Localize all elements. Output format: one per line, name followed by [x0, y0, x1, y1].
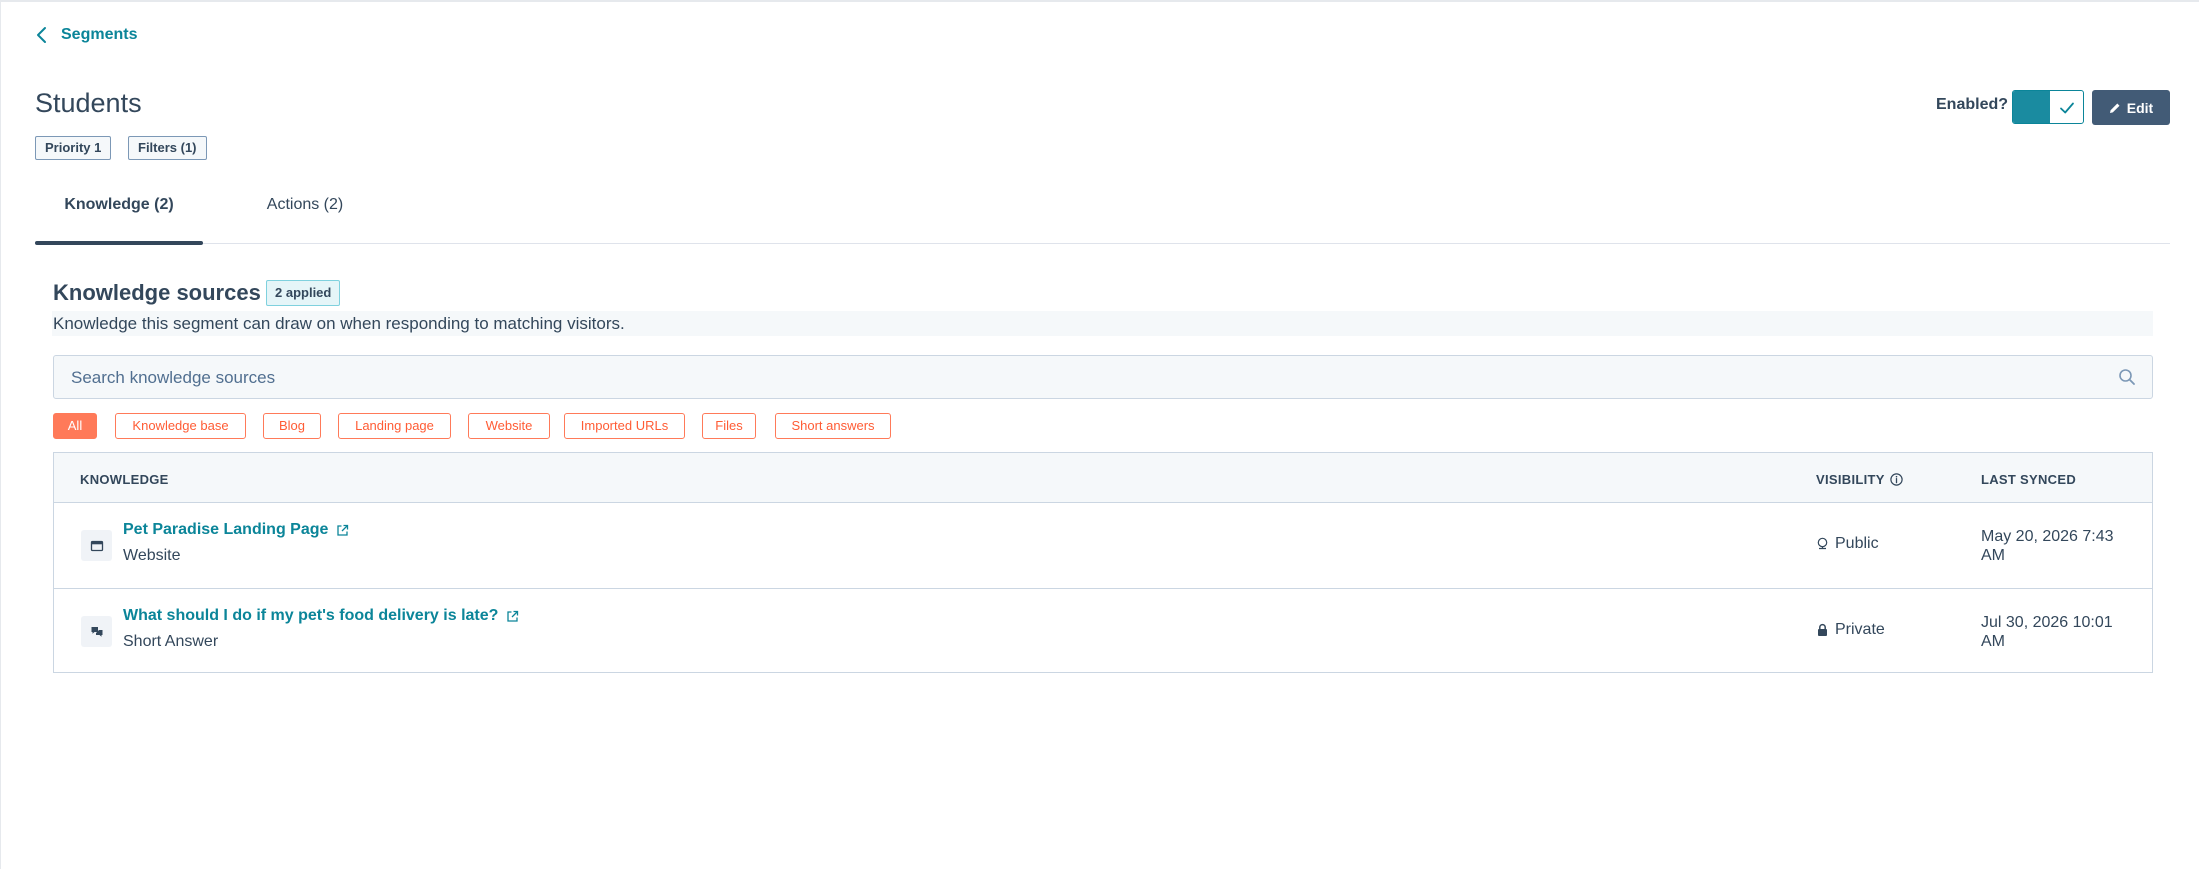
browser-window-icon	[81, 530, 112, 561]
tab-knowledge[interactable]: Knowledge (2)	[35, 196, 203, 245]
filter-chip-short-answers[interactable]: Short answers	[775, 413, 891, 439]
table-row: What should I do if my pet's food delive…	[54, 588, 2152, 674]
info-icon[interactable]	[1890, 473, 1903, 486]
filter-chip-files[interactable]: Files	[702, 413, 756, 439]
pencil-icon	[2109, 103, 2120, 113]
filter-chip-knowledge-base[interactable]: Knowledge base	[115, 413, 246, 439]
knowledge-item-type: Website	[123, 547, 181, 564]
knowledge-item-title: Pet Paradise Landing Page	[123, 521, 329, 538]
table-row: Pet Paradise Landing Page Website Public…	[54, 503, 2152, 588]
last-synced-value: May 20, 2026 7:43 AM	[1981, 528, 2114, 564]
lock-icon	[1818, 623, 1827, 636]
tab-actions-label: Actions (2)	[266, 196, 344, 213]
knowledge-item-link[interactable]: What should I do if my pet's food delive…	[123, 607, 519, 625]
tab-bar: Knowledge (2) Actions (2)	[35, 196, 2170, 245]
external-link-icon	[507, 610, 519, 622]
enabled-toggle[interactable]	[2012, 90, 2084, 124]
filter-chip-all[interactable]: All	[53, 413, 97, 439]
column-header-knowledge: KNOWLEDGE	[80, 472, 169, 487]
chevron-left-icon	[37, 27, 46, 43]
filter-chip-blog[interactable]: Blog	[263, 413, 321, 439]
column-header-visibility: VISIBILITY	[1816, 472, 1903, 487]
check-icon	[2060, 102, 2074, 114]
page-title: Students	[35, 88, 142, 118]
chat-bubbles-icon	[81, 616, 112, 647]
knowledge-table: KNOWLEDGE VISIBILITY LAST SYNCED Pet Par…	[53, 452, 2153, 673]
filter-chip-website[interactable]: Website	[468, 413, 550, 439]
filter-chip-imported-urls[interactable]: Imported URLs	[564, 413, 685, 439]
enabled-label: Enabled?	[1936, 96, 2009, 113]
visibility-label: Public	[1835, 535, 1879, 552]
knowledge-item-title: What should I do if my pet's food delive…	[123, 607, 499, 624]
search-input[interactable]	[54, 356, 2113, 400]
edit-button-label: Edit	[2126, 99, 2154, 116]
priority-tag: Priority 1	[35, 136, 112, 160]
tab-actions[interactable]: Actions (2)	[231, 196, 379, 243]
section-description: Knowledge this segment can draw on when …	[52, 311, 2153, 336]
table-header: KNOWLEDGE VISIBILITY LAST SYNCED	[54, 453, 2152, 503]
tab-knowledge-label: Knowledge (2)	[64, 196, 174, 213]
visibility-cell: Public	[1816, 535, 1879, 553]
visibility-cell: Private	[1816, 621, 1885, 639]
knowledge-item-link[interactable]: Pet Paradise Landing Page	[123, 521, 349, 539]
toggle-fill	[2013, 91, 2050, 123]
section-title: Knowledge sources	[53, 280, 261, 305]
column-header-knowledge-label: KNOWLEDGE	[80, 472, 169, 487]
search-icon[interactable]	[2118, 368, 2136, 386]
filters-tag[interactable]: Filters (1)	[128, 136, 207, 160]
column-header-visibility-label: VISIBILITY	[1816, 472, 1885, 487]
column-header-last-synced: LAST SYNCED	[1981, 472, 2076, 487]
column-header-last-synced-label: LAST SYNCED	[1981, 472, 2077, 487]
breadcrumb-back-link[interactable]: Segments	[35, 26, 137, 44]
applied-badge: 2 applied	[266, 280, 341, 306]
edit-button[interactable]: Edit	[2092, 90, 2170, 125]
visibility-label: Private	[1835, 621, 1885, 638]
breadcrumb-label: Segments	[61, 26, 138, 43]
external-link-icon	[337, 524, 349, 536]
globe-icon	[1817, 537, 1828, 550]
search-box	[53, 355, 2153, 400]
last-synced-value: Jul 30, 2026 10:01 AM	[1981, 614, 2113, 650]
left-border	[0, 0, 1, 869]
top-border	[0, 0, 2199, 2]
filter-chip-landing-page[interactable]: Landing page	[338, 413, 451, 439]
knowledge-item-type: Short Answer	[123, 633, 219, 650]
